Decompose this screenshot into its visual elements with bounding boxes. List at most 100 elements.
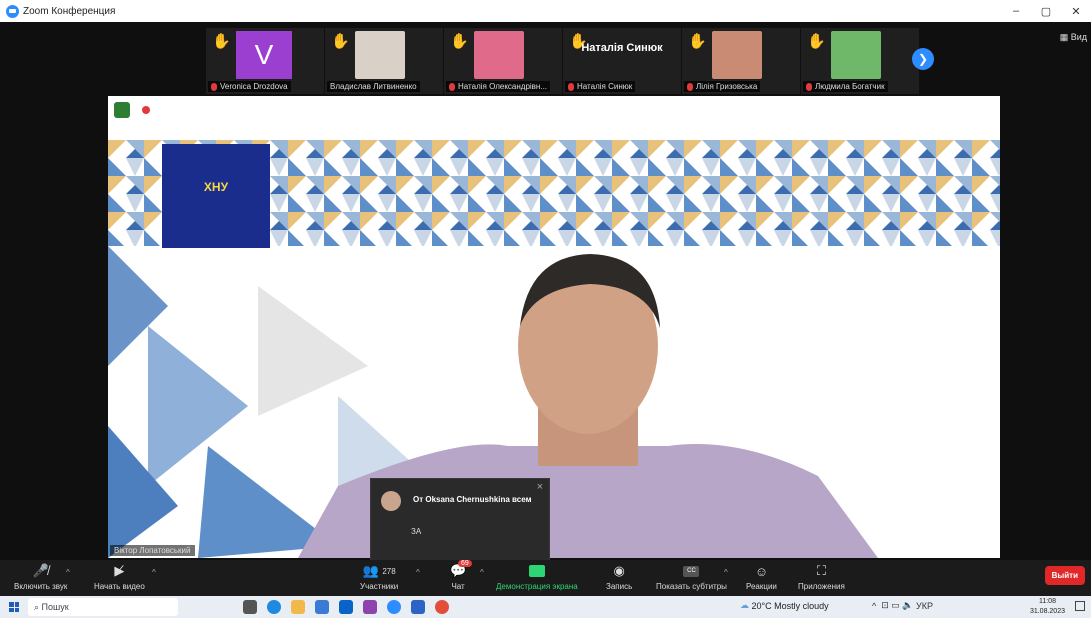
speaker-name-label: Віктор Лопатовський (110, 545, 195, 556)
participant-label: Наталія Олександрівн... (446, 81, 551, 92)
participant-label: Людмила Богатчик (803, 81, 888, 92)
mic-muted-icon (687, 82, 693, 91)
video-options-caret-icon[interactable]: ^ (152, 568, 156, 577)
mic-muted-icon (806, 82, 812, 91)
chat-badge: 69 (458, 560, 472, 567)
chevron-up-icon[interactable]: ^ (872, 601, 881, 611)
participant-tile[interactable]: ✋ Наталія Синюк Наталія Синюк (563, 28, 681, 94)
chat-message: ЗА (411, 527, 422, 536)
chat-sender: От Oksana Chernushkina всем (413, 495, 532, 504)
clock[interactable]: 11:08 31.08.2023 (1030, 597, 1065, 617)
captions-caret-icon[interactable]: ^ (724, 568, 728, 577)
file-explorer-icon[interactable] (291, 600, 305, 614)
mic-muted-icon (568, 82, 574, 91)
audio-options-caret-icon[interactable]: ^ (66, 568, 70, 577)
participant-label: Лілія Гризовська (684, 81, 761, 92)
logo-text: ХНУ (203, 180, 229, 194)
language-indicator[interactable]: УКР (916, 601, 933, 611)
share-screen-icon (528, 562, 545, 580)
participant-photo (355, 31, 405, 79)
next-page-button[interactable]: ❯ (912, 48, 934, 70)
mail-icon[interactable] (339, 600, 353, 614)
smiley-icon: ☺ (754, 563, 769, 579)
share-screen-button[interactable]: Демонстрация экрана (496, 562, 578, 594)
taskbar-search[interactable]: ⌕ Пошук (28, 598, 178, 616)
mic-muted-icon (449, 82, 455, 91)
search-icon: ⌕ (34, 601, 42, 612)
store-icon[interactable] (315, 600, 329, 614)
camera-off-icon: ▶̸ (114, 563, 125, 578)
participants-button[interactable]: 👥 278 Участники (360, 562, 398, 594)
participant-tile[interactable]: ✋ Владислав Литвиненко (325, 28, 443, 94)
weather-widget[interactable]: ☁ 20°C Mostly cloudy (740, 600, 829, 611)
zoom-logo-icon (6, 4, 19, 18)
volume-icon[interactable]: 🔈 (902, 600, 916, 611)
view-button[interactable]: ▦ Вид (1060, 32, 1087, 43)
taskbar-apps (238, 600, 454, 614)
participant-avatar: V (236, 31, 292, 79)
captions-button[interactable]: CC Показать субтитры (656, 562, 727, 594)
raised-hand-icon: ✋ (688, 33, 707, 50)
close-button[interactable]: ✕ (1061, 0, 1091, 22)
screen: Zoom Конференция – ▢ ✕ ✋ V Veronica Droz… (0, 0, 1091, 618)
participant-photo (474, 31, 524, 79)
participant-photo (831, 31, 881, 79)
participant-name-display: Наталія Синюк (581, 42, 663, 54)
apps-button[interactable]: ⛶ Приложения (798, 562, 845, 594)
apps-icon: ⛶ (816, 563, 826, 578)
record-button[interactable]: ◉ Запись (606, 562, 632, 594)
participant-tile[interactable]: ✋ Наталія Олександрівн... (444, 28, 562, 94)
zoom-taskbar-icon[interactable] (387, 600, 401, 614)
chrome-icon[interactable] (435, 600, 449, 614)
window-title: Zoom Конференция (23, 5, 116, 17)
edge-icon[interactable] (267, 600, 281, 614)
participant-tile[interactable]: ✋ V Veronica Drozdova (206, 28, 324, 94)
grid-icon: ▦ (1059, 32, 1071, 42)
mic-muted-icon (211, 82, 217, 91)
start-video-button[interactable]: ▶̸ Начать видео (94, 562, 145, 594)
title-bar: Zoom Конференция – ▢ ✕ (0, 0, 1091, 22)
maximize-button[interactable]: ▢ (1031, 0, 1061, 22)
battery-icon[interactable]: ▭ (891, 600, 902, 611)
cc-icon: CC (683, 562, 700, 580)
participant-tile[interactable]: ✋ Людмила Богатчик (801, 28, 919, 94)
chat-notification[interactable]: × От Oksana Chernushkina всем ЗА (370, 478, 550, 570)
gallery-strip: ✋ V Veronica Drozdova ✋ Владислав Литвин… (206, 28, 934, 94)
participant-photo (712, 31, 762, 79)
close-icon[interactable]: × (537, 481, 543, 493)
network-icon[interactable]: ⊡ (881, 600, 891, 611)
participant-tile[interactable]: ✋ Лілія Гризовська (682, 28, 800, 94)
windows-logo-icon (9, 602, 19, 612)
raised-hand-icon: ✋ (807, 33, 826, 50)
avatar (381, 491, 401, 511)
start-button[interactable] (0, 596, 28, 618)
record-icon: ◉ (613, 563, 625, 578)
chat-button[interactable]: 💬 69 Чат (450, 560, 472, 594)
unmute-button[interactable]: 🎤̸ Включить звук (14, 562, 67, 594)
meeting-toolbar: 🎤̸ Включить звук ^ ▶̸ Начать видео ^ 👥 2… (0, 560, 1091, 596)
main-video: ХНУ Віктор Лопатовський (108, 96, 1000, 558)
participants-caret-icon[interactable]: ^ (416, 568, 420, 577)
system-tray: ^ ⊡ ▭ 🔈 УКР (872, 600, 933, 611)
windows-taskbar: ⌕ Пошук ☁ 20°C Mostly cloudy ^ ⊡ ▭ 🔈 УКР (0, 596, 1091, 618)
task-view-icon[interactable] (243, 600, 257, 614)
participants-icon: 👥 278 (362, 563, 396, 578)
raised-hand-icon: ✋ (212, 33, 231, 50)
cloud-icon: ☁ (740, 600, 752, 610)
participant-label: Наталія Синюк (565, 81, 636, 92)
university-logo: ХНУ (162, 144, 270, 248)
minimize-button[interactable]: – (1001, 0, 1031, 22)
chat-icon: 💬 69 (450, 560, 472, 580)
word-icon[interactable] (411, 600, 425, 614)
security-shield-icon[interactable] (114, 102, 130, 118)
leave-button[interactable]: Выйти (1044, 566, 1085, 585)
raised-hand-icon: ✋ (331, 33, 350, 50)
recording-indicator-icon (142, 106, 150, 114)
notifications-icon[interactable] (1075, 601, 1085, 611)
raised-hand-icon: ✋ (450, 33, 469, 50)
app-icon[interactable] (363, 600, 377, 614)
reactions-button[interactable]: ☺ Реакции (746, 562, 777, 594)
participant-label: Veronica Drozdova (208, 81, 291, 92)
chat-caret-icon[interactable]: ^ (480, 568, 484, 577)
window-controls: – ▢ ✕ (1001, 0, 1091, 22)
